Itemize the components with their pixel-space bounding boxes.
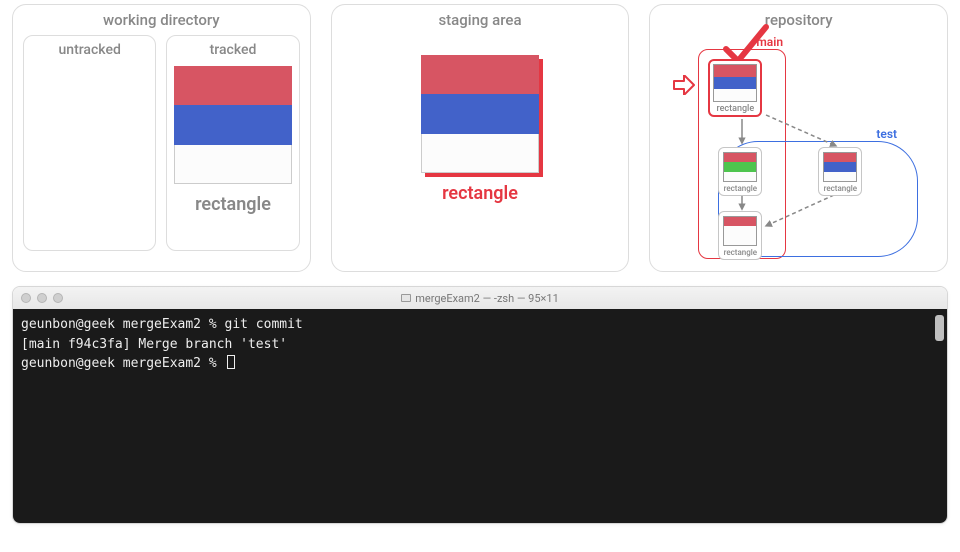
commit-test-tip: rectangle [818, 147, 862, 196]
head-pointer-icon [672, 75, 696, 95]
commit-base-file-icon [723, 216, 757, 246]
commit-head-label: rectangle [716, 104, 754, 114]
repository-panel: repository main test rectangle rectangle [649, 4, 948, 272]
tracked-panel: tracked rectangle [166, 35, 299, 251]
commit-main-prev: rectangle [718, 147, 762, 196]
staging-title: staging area [342, 11, 619, 29]
staged-file-label: rectangle [442, 183, 518, 204]
working-directory-title: working directory [23, 11, 300, 29]
tracked-file-label: rectangle [195, 194, 271, 215]
commit-head: rectangle [708, 59, 762, 117]
commit-test-tip-file-icon [823, 152, 857, 182]
tracked-title: tracked [210, 42, 257, 58]
commit-main-prev-file-icon [723, 152, 757, 182]
untracked-title: untracked [58, 42, 120, 58]
terminal-body[interactable]: geunbon@geek mergeExam2 % git commit [ma… [13, 309, 947, 523]
branch-test-label: test [876, 127, 897, 141]
arrow-testtip-to-base [764, 193, 838, 229]
terminal-title: mergeExam2 — -zsh — 95×11 [13, 292, 947, 305]
untracked-panel: untracked [23, 35, 156, 251]
terminal-titlebar: mergeExam2 — -zsh — 95×11 [13, 287, 947, 309]
cursor-icon [227, 355, 235, 369]
folder-icon [401, 294, 411, 302]
terminal-line-3: geunbon@geek mergeExam2 % [21, 356, 225, 371]
arrow-mainprev-to-base [736, 195, 748, 211]
working-directory-panel: working directory untracked tracked rect… [12, 4, 311, 272]
arrow-head-to-testtip [764, 113, 838, 149]
terminal-window: mergeExam2 — -zsh — 95×11 geunbon@geek m… [12, 286, 948, 524]
commit-base-label: rectangle [724, 248, 758, 257]
staged-file-icon [421, 55, 539, 173]
tracked-file-icon [174, 66, 292, 184]
commit-test-tip-label: rectangle [824, 184, 858, 193]
terminal-line-1: geunbon@geek mergeExam2 % git commit [21, 317, 303, 332]
commit-main-prev-label: rectangle [724, 184, 758, 193]
scrollbar[interactable] [935, 315, 944, 341]
commit-head-file-icon [713, 64, 757, 102]
arrow-head-to-mainprev [736, 119, 748, 145]
staging-panel: staging area rectangle [331, 4, 630, 272]
terminal-line-2: [main f94c3fa] Merge branch 'test' [21, 337, 287, 352]
terminal-title-text: mergeExam2 — -zsh — 95×11 [415, 292, 559, 305]
repository-title: repository [660, 11, 937, 29]
commit-base: rectangle [718, 211, 762, 260]
